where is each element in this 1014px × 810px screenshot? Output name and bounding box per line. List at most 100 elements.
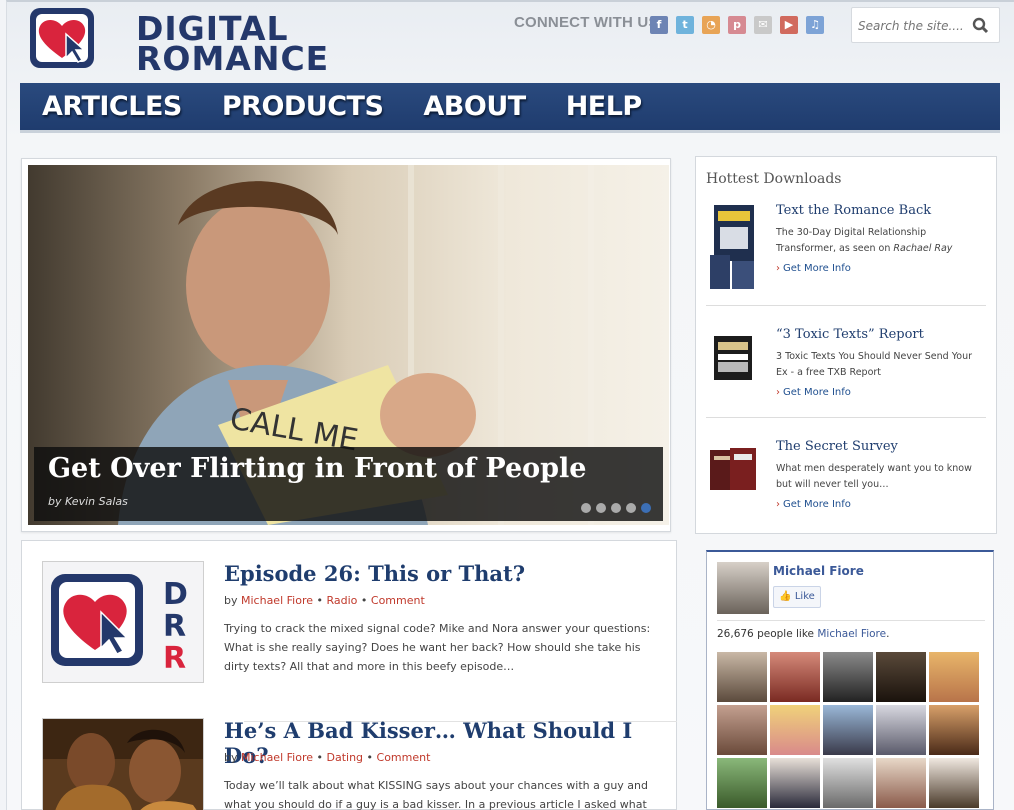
nav-products[interactable]: PRODUCTS — [222, 91, 384, 122]
slide-dot-5[interactable] — [641, 503, 651, 513]
thumbs-up-icon: 👍 — [779, 591, 792, 602]
article-comment-link[interactable]: Comment — [371, 594, 425, 607]
fan-avatar[interactable] — [929, 652, 979, 702]
facebook-icon[interactable]: f — [650, 16, 668, 34]
download-desc: 3 Toxic Texts You Should Never Send Your… — [776, 351, 972, 378]
article-author-link[interactable]: Michael Fiore — [241, 751, 313, 764]
download-item: The Secret Survey What men desperately w… — [708, 439, 988, 510]
nav-about[interactable]: ABOUT — [423, 91, 526, 122]
download-desc: What men desperately want you to know bu… — [776, 463, 972, 490]
search-box — [851, 7, 1000, 43]
fb-faces-grid — [717, 652, 979, 808]
article-thumbnail[interactable] — [42, 718, 204, 810]
fan-avatar[interactable] — [717, 652, 767, 702]
article-list: D R R Episode 26: This or That? by Micha… — [21, 540, 677, 810]
fb-like-label: Like — [794, 591, 815, 602]
fan-avatar[interactable] — [717, 758, 767, 808]
itunes-icon[interactable]: ♫ — [806, 16, 824, 34]
get-more-info-link[interactable]: › Get More Info — [776, 263, 851, 274]
article-item: D R R Episode 26: This or That? by Micha… — [42, 561, 677, 722]
report-cover-icon[interactable] — [708, 327, 762, 391]
article-excerpt: Trying to crack the mixed signal code? M… — [224, 622, 651, 673]
fan-avatar[interactable] — [770, 705, 820, 755]
article-title[interactable]: Episode 26: This or That? — [224, 561, 525, 586]
article-by: by — [224, 751, 238, 764]
slide-byline: by Kevin Salas — [48, 495, 128, 508]
chevron-right-icon: › — [776, 387, 780, 398]
book-cover-icon[interactable] — [708, 203, 762, 293]
slide-title[interactable]: Get Over Flirting in Front of People — [48, 453, 586, 484]
email-icon[interactable]: ✉ — [754, 16, 772, 34]
article-excerpt: Today we’ll talk about what KISSING says… — [224, 779, 648, 810]
logo-line2: ROMANCE — [136, 39, 330, 78]
fan-avatar[interactable] — [876, 652, 926, 702]
fan-avatar[interactable] — [717, 705, 767, 755]
social-links: f t ◔ p ✉ ▶ ♫ — [650, 16, 824, 34]
slide-dot-1[interactable] — [581, 503, 591, 513]
article-by: by — [224, 594, 238, 607]
chevron-right-icon: › — [776, 263, 780, 274]
pinterest-icon[interactable]: p — [728, 16, 746, 34]
featured-slider: CALL ME Get Over Flirting in Front of Pe… — [21, 158, 671, 532]
download-divider — [706, 417, 986, 418]
survey-cover-icon[interactable] — [708, 439, 762, 503]
download-title[interactable]: “3 Toxic Texts” Report — [776, 327, 924, 342]
article-meta: by Michael Fiore • Dating • Comment — [224, 751, 431, 764]
heart-cursor-logo-icon — [30, 8, 94, 68]
article-item: He’s A Bad Kisser… What Should I Do? by … — [42, 718, 662, 810]
sidebar-title: Hottest Downloads — [706, 171, 842, 187]
article-thumbnail[interactable]: D R R — [42, 561, 204, 683]
nav-help[interactable]: HELP — [566, 91, 643, 122]
fan-avatar[interactable] — [770, 758, 820, 808]
download-desc: The 30-Day Digital Relationship Transfor… — [776, 225, 976, 257]
slide-dot-3[interactable] — [611, 503, 621, 513]
connect-label: CONNECT WITH US — [514, 14, 659, 31]
download-desc-em: Rachael Ray — [893, 243, 953, 254]
fb-divider — [717, 620, 985, 621]
get-more-info-label: Get More Info — [783, 499, 851, 510]
download-item: Text the Romance Back The 30-Day Digital… — [708, 203, 988, 293]
search-icon[interactable] — [972, 17, 990, 35]
svg-text:R: R — [163, 609, 186, 644]
fb-like-count: 26,676 people like Michael Fiore. — [717, 628, 890, 640]
fan-avatar[interactable] — [823, 705, 873, 755]
download-title[interactable]: The Secret Survey — [776, 439, 898, 454]
fan-avatar[interactable] — [876, 705, 926, 755]
site-logo[interactable]: DIGITAL ROMANCE — [28, 4, 328, 75]
youtube-icon[interactable]: ▶ — [780, 16, 798, 34]
fb-count-text: 26,676 people like — [717, 628, 815, 640]
chevron-right-icon: › — [776, 499, 780, 510]
svg-text:D: D — [163, 577, 188, 612]
hottest-downloads: Hottest Downloads Text the Romance Back … — [695, 156, 997, 534]
main-nav: ARTICLES PRODUCTS ABOUT HELP — [20, 83, 1000, 133]
couple-photo — [43, 719, 203, 810]
get-more-info-link[interactable]: › Get More Info — [776, 499, 851, 510]
fb-count-link[interactable]: Michael Fiore — [817, 628, 886, 640]
facebook-like-box: Michael Fiore 👍 Like 26,676 people like … — [706, 550, 994, 810]
fb-page-name[interactable]: Michael Fiore — [773, 564, 864, 578]
article-category-link[interactable]: Radio — [326, 594, 357, 607]
slide-image[interactable]: CALL ME Get Over Flirting in Front of Pe… — [28, 165, 669, 525]
article-author-link[interactable]: Michael Fiore — [241, 594, 313, 607]
article-meta: by Michael Fiore • Radio • Comment — [224, 594, 425, 607]
fan-avatar[interactable] — [929, 758, 979, 808]
fb-like-button[interactable]: 👍 Like — [773, 586, 821, 608]
fan-avatar[interactable] — [929, 705, 979, 755]
avatar[interactable] — [717, 562, 769, 614]
svg-text:R: R — [163, 641, 186, 676]
fan-avatar[interactable] — [823, 652, 873, 702]
nav-articles[interactable]: ARTICLES — [42, 91, 182, 122]
slide-dot-4[interactable] — [626, 503, 636, 513]
article-category-link[interactable]: Dating — [326, 751, 363, 764]
download-title[interactable]: Text the Romance Back — [776, 203, 931, 218]
twitter-icon[interactable]: t — [676, 16, 694, 34]
article-comment-link[interactable]: Comment — [377, 751, 431, 764]
get-more-info-link[interactable]: › Get More Info — [776, 387, 851, 398]
rss-icon[interactable]: ◔ — [702, 16, 720, 34]
slide-dot-2[interactable] — [596, 503, 606, 513]
fan-avatar[interactable] — [876, 758, 926, 808]
fan-avatar[interactable] — [823, 758, 873, 808]
fan-avatar[interactable] — [770, 652, 820, 702]
get-more-info-label: Get More Info — [783, 387, 851, 398]
search-input[interactable] — [858, 16, 968, 36]
